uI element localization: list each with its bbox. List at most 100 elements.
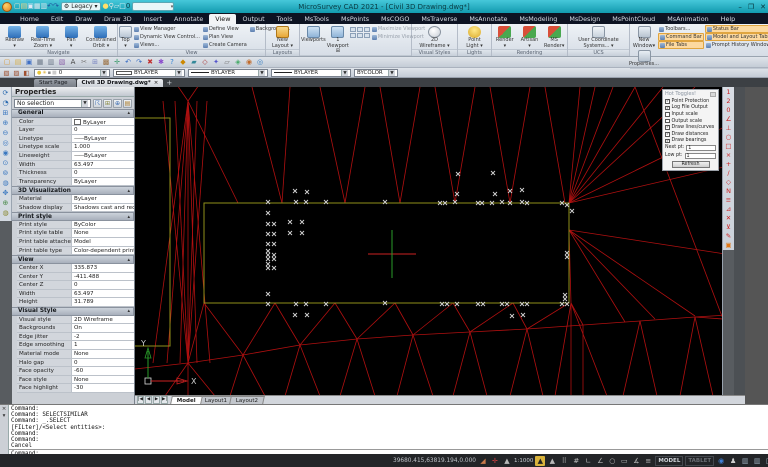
point-number-input[interactable]: 1 — [684, 152, 716, 159]
property-row[interactable]: Color ByLayer — [17, 117, 134, 127]
snap-tool-icon[interactable]: ⊿ — [726, 205, 731, 214]
toolbar-icon[interactable]: ✦ — [211, 58, 221, 67]
snap-tool-icon[interactable]: ○ — [726, 133, 732, 142]
snap-tool-icon[interactable]: 2 — [726, 97, 730, 106]
layout-nav-button[interactable]: |◀ — [137, 396, 144, 404]
toolbar-icon[interactable]: ◆ — [178, 58, 188, 67]
zoom-tool-icon[interactable]: ◉ — [2, 148, 8, 158]
ribbon-tab[interactable]: MsDesign — [563, 14, 606, 24]
properties-title[interactable]: Properties — [12, 87, 134, 97]
display-big-button[interactable]: Properties... — [629, 49, 659, 68]
layout-tab[interactable]: Layout2 — [229, 396, 266, 404]
snap-tool-icon[interactable]: ◇ — [726, 178, 731, 187]
property-row[interactable]: Print style ByColor — [17, 220, 134, 230]
snap-tool-icon[interactable]: ▣ — [725, 241, 731, 250]
display-toggle[interactable]: File Tabs — [658, 41, 704, 49]
hot-toggle-checkbox[interactable]: Point Protection — [665, 98, 716, 105]
properties-toolbar-icon[interactable]: ◧ — [22, 69, 31, 77]
qat-icon[interactable]: ↷ — [53, 2, 59, 10]
property-row[interactable]: Linetype scale 1.000 — [17, 143, 134, 153]
zoom-tool-icon[interactable]: ⊕ — [3, 198, 9, 208]
close-button[interactable]: ✕ — [760, 3, 766, 11]
display-big-button[interactable]: New Window▾ — [631, 25, 657, 49]
visual-style-button[interactable]: 2D Wireframe ▾ — [413, 25, 456, 49]
toolbar-icon[interactable]: ◎ — [255, 58, 265, 67]
property-row[interactable]: Width 63.497 — [17, 160, 134, 170]
property-row[interactable]: Shadow displayShadows cast and rece... — [17, 203, 134, 213]
ribbon-menu-item[interactable]: Create Camera — [202, 41, 248, 49]
status-toggle-icon[interactable]: ♟ — [728, 456, 738, 466]
minimize-button[interactable]: – — [738, 3, 742, 11]
zoom-tool-icon[interactable]: ◍ — [2, 178, 8, 188]
properties-tool-icon[interactable]: ⊞ — [103, 98, 112, 108]
property-row[interactable]: Thickness 0 — [17, 169, 134, 178]
toolbar-icon[interactable]: ↷ — [134, 58, 144, 67]
ribbon-tab[interactable]: MsTools — [298, 14, 335, 24]
properties-toolbar-icon[interactable]: ▨ — [12, 69, 21, 77]
qat-icon[interactable]: ▦ — [34, 2, 41, 10]
file-tab[interactable]: Civil 3D Drawing.dwg* × — [76, 79, 164, 87]
command-history[interactable]: Command: Command: SELECTSIMILAR Command: _… — [9, 405, 768, 449]
status-toggle-icon[interactable]: ⠿ — [559, 456, 569, 466]
ribbon-tab[interactable]: Draw — [69, 14, 98, 24]
snap-tool-icon[interactable]: ✕ — [726, 214, 731, 223]
snap-tool-icon[interactable]: + — [726, 160, 731, 169]
status-toggle-icon[interactable]: ◉ — [716, 456, 726, 466]
property-row[interactable]: Face opacity -60 — [17, 367, 134, 376]
hot-toggle-checkbox[interactable]: Input scale — [665, 111, 716, 118]
ribbon-tab[interactable]: Insert — [138, 14, 168, 24]
viewport-count-combo[interactable]: 1 Viewport ⊞ — [327, 25, 349, 55]
property-row[interactable]: Layer 0 — [17, 126, 134, 135]
property-row[interactable]: Material mode None — [17, 349, 134, 359]
toolbar-icon[interactable]: ▱ — [222, 58, 232, 67]
top-view-button[interactable]: Top ▾ — [119, 25, 132, 49]
property-row[interactable]: Visual style 2D Wireframe — [17, 315, 134, 325]
zoom-tool-icon[interactable]: ◎ — [2, 138, 8, 148]
tablet-toggle[interactable]: TABLET — [685, 455, 715, 466]
snap-tool-icon[interactable]: N — [726, 187, 731, 196]
toolbar-icon[interactable]: A — [68, 58, 78, 67]
toolbar-icon[interactable]: ▤ — [13, 58, 23, 67]
display-toggle[interactable]: Model and Layout Tabs — [704, 33, 768, 41]
status-toggle-icon[interactable]: ∡ — [631, 456, 641, 466]
display-toggle[interactable]: Toolbars... — [658, 25, 704, 33]
status-toggle-icon[interactable]: # — [571, 456, 581, 466]
linestyle-combo[interactable]: BYLAYER ▼ — [271, 68, 351, 77]
zoom-tool-icon[interactable]: ⊕ — [3, 118, 9, 128]
toolbar-icon[interactable]: ✱ — [156, 58, 166, 67]
status-toggle-icon[interactable]: ∟ — [583, 456, 593, 466]
lineweight-combo[interactable]: BYLAYER ▼ — [113, 68, 185, 77]
ribbon-menu-item[interactable]: View Manager — [133, 25, 201, 33]
status-toggle-icon[interactable]: ◫ — [764, 456, 768, 466]
ribbon-tab[interactable]: Home — [14, 14, 45, 24]
ribbon-button[interactable]: Constrained Orbit ▾ — [86, 25, 116, 49]
ribbon-tab[interactable]: MsAnimation — [661, 14, 714, 24]
render-button[interactable]: MS Render▾ — [542, 25, 566, 49]
ribbon-tab[interactable]: MsAnnotate — [463, 14, 513, 24]
snap-tool-icon[interactable]: ✎ — [726, 232, 731, 241]
toolbar-icon[interactable]: ▣ — [24, 58, 34, 67]
workspace-select[interactable]: ⚙ Legacy ▾ — [60, 2, 101, 11]
ucs-button[interactable]: User Coordinate Systems... ▾ — [569, 25, 628, 49]
model-space-toggle[interactable]: MODEL — [655, 455, 684, 466]
pin-icon[interactable]: ▾ — [3, 413, 6, 419]
snap-tool-icon[interactable]: 0 — [726, 106, 730, 115]
display-toggle[interactable]: Status Bar — [704, 25, 768, 33]
snap-tool-icon[interactable]: / — [727, 169, 729, 178]
zoom-tool-icon[interactable]: ⊚ — [3, 168, 9, 178]
zoom-tool-icon[interactable]: ⊖ — [3, 128, 9, 138]
layout-nav-button[interactable]: ▶ — [153, 396, 160, 404]
search-combo[interactable]: ▾ — [132, 2, 175, 11]
snap-tool-icon[interactable]: × — [726, 151, 731, 160]
file-tab[interactable]: Start Page — [34, 79, 76, 87]
status-toggle-icon[interactable]: ▭ — [619, 456, 629, 466]
layout-tab[interactable]: Model — [170, 396, 203, 404]
zoom-tool-icon[interactable]: ⟳ — [3, 88, 9, 98]
ribbon-button[interactable]: Redraw ▾ — [1, 25, 28, 49]
toolbar-icon[interactable]: ⊞ — [90, 58, 100, 67]
property-row[interactable]: Backgrounds On — [17, 324, 134, 333]
render-button[interactable]: Artisan ▾ — [518, 25, 542, 49]
ribbon-tab[interactable]: MsPoints — [335, 14, 375, 24]
status-toggle-icon[interactable]: ○ — [607, 456, 617, 466]
ribbon-button[interactable]: Pan ▾ — [58, 25, 85, 49]
